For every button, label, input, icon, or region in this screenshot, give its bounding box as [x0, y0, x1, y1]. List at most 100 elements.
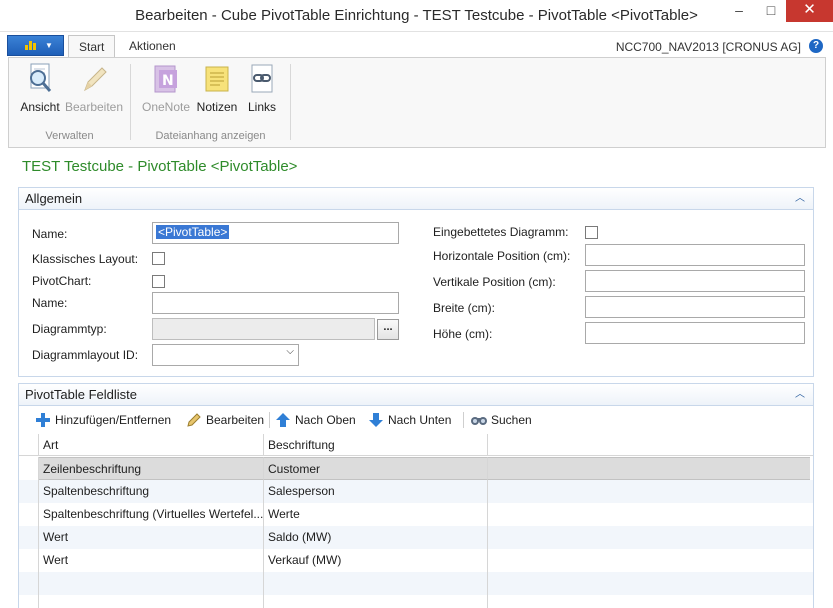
note-icon [200, 62, 234, 96]
fieldlist-fasttab-header[interactable]: PivotTable Feldliste ︿ [19, 384, 813, 406]
classic-layout-checkbox[interactable] [152, 252, 165, 265]
cell-art[interactable] [39, 572, 264, 595]
table-row[interactable]: Wert Saldo (MW) [19, 526, 813, 549]
onenote-button-label: OneNote [141, 100, 191, 114]
cell-beschriftung[interactable]: Werte [264, 503, 488, 526]
links-icon [245, 62, 279, 96]
cell-beschriftung[interactable] [264, 572, 488, 595]
search-label: Suchen [491, 413, 532, 427]
chart-type-field[interactable] [152, 318, 375, 340]
company-name: NCC700_NAV2013 [CRONUS AG] [615, 40, 801, 54]
chart-name-label: Name: [32, 296, 68, 310]
pencil-icon [186, 412, 202, 428]
chart-type-assist-button[interactable]: ... [377, 319, 399, 340]
row-selector-header [19, 434, 39, 456]
ribbon-group-verwalten: Verwalten [45, 130, 94, 142]
cell-beschriftung[interactable]: Verkauf (MW) [264, 549, 488, 572]
onenote-icon: N [149, 62, 183, 96]
svg-text:N: N [162, 73, 174, 89]
row-selector[interactable] [19, 480, 39, 503]
cell-art[interactable]: Spaltenbeschriftung [39, 480, 264, 503]
embedded-chart-checkbox[interactable] [585, 226, 598, 239]
cell-beschriftung[interactable]: Salesperson [264, 480, 488, 503]
cell-empty [488, 457, 810, 480]
column-header-beschriftung[interactable]: Beschriftung [264, 434, 488, 456]
notes-button-label: Notizen [196, 100, 238, 114]
cell-art[interactable]: Spaltenbeschriftung (Virtuelles Wertefel… [39, 503, 264, 526]
close-button[interactable]: ✕ [786, 0, 833, 22]
table-row[interactable]: Spaltenbeschriftung Salesperson [19, 480, 813, 503]
edit-button-label: Bearbeiten [64, 100, 124, 114]
help-icon[interactable]: ? [809, 39, 823, 53]
row-selector[interactable] [19, 526, 39, 549]
table-row[interactable]: Wert Verkauf (MW) [19, 549, 813, 572]
move-up-button[interactable]: Nach Oben [275, 411, 356, 429]
row-selector[interactable] [19, 457, 39, 480]
embedded-chart-label: Eingebettetes Diagramm: [433, 225, 569, 239]
name-field[interactable]: <PivotTable> [152, 222, 399, 244]
column-header-empty [488, 434, 813, 456]
cell-beschriftung[interactable]: Customer [264, 457, 488, 480]
chart-name-field[interactable] [152, 292, 399, 314]
cell-beschriftung[interactable] [264, 595, 488, 608]
hpos-field[interactable] [585, 244, 805, 266]
tab-start[interactable]: Start [68, 35, 116, 59]
vpos-field[interactable] [585, 270, 805, 292]
pivotchart-checkbox[interactable] [152, 275, 165, 288]
cell-art[interactable]: Wert [39, 549, 264, 572]
notes-button[interactable]: Notizen [194, 60, 240, 116]
arrow-up-icon [275, 412, 291, 428]
window-titlebar: Bearbeiten - Cube PivotTable Einrichtung… [0, 0, 833, 32]
minimize-button[interactable]: – [724, 0, 754, 22]
table-row[interactable]: Zeilenbeschriftung Customer [19, 457, 813, 480]
column-header-art[interactable]: Art [39, 434, 264, 456]
maximize-button[interactable]: □ [756, 0, 786, 22]
plus-icon [35, 412, 51, 428]
row-selector[interactable] [19, 595, 39, 608]
move-down-label: Nach Unten [388, 413, 452, 427]
edit-row-label: Bearbeiten [206, 413, 265, 427]
cell-art[interactable]: Zeilenbeschriftung [39, 457, 264, 480]
onenote-button[interactable]: N OneNote [139, 60, 193, 116]
view-button[interactable]: Ansicht [17, 60, 63, 116]
add-remove-button[interactable]: Hinzufügen/Entfernen [35, 411, 171, 429]
move-up-label: Nach Oben [295, 413, 356, 427]
dynamics-logo-icon [25, 41, 39, 50]
links-button[interactable]: Links [243, 60, 281, 116]
table-row-empty[interactable] [19, 595, 813, 608]
row-selector[interactable] [19, 572, 39, 595]
tab-aktionen[interactable]: Aktionen [119, 35, 186, 58]
chart-layout-label: Diagrammlayout ID: [32, 348, 139, 362]
row-selector[interactable] [19, 503, 39, 526]
classic-layout-label: Klassisches Layout: [32, 252, 139, 266]
chart-layout-dropdown[interactable]: ⌵ [152, 344, 299, 366]
edit-row-button[interactable]: Bearbeiten [186, 411, 264, 429]
search-button[interactable]: Suchen [470, 411, 532, 429]
general-fasttab-header[interactable]: Allgemein ︿ [19, 188, 813, 210]
name-field-value: <PivotTable> [156, 225, 230, 239]
fieldlist-fasttab: PivotTable Feldliste ︿ Hinzufügen/Entfer… [18, 383, 814, 608]
move-down-button[interactable]: Nach Unten [368, 411, 451, 429]
toolbar-separator [269, 412, 270, 428]
binoculars-icon [470, 412, 488, 428]
vpos-label: Vertikale Position (cm): [433, 275, 556, 289]
width-field[interactable] [585, 296, 805, 318]
cell-art[interactable]: Wert [39, 526, 264, 549]
chevron-up-icon[interactable]: ︿ [795, 384, 805, 405]
row-selector[interactable] [19, 549, 39, 572]
hpos-label: Horizontale Position (cm): [433, 249, 571, 263]
application-menu-button[interactable]: ▼ [7, 35, 64, 56]
ribbon-group-dateianhang: Dateianhang anzeigen [155, 130, 266, 142]
table-row[interactable]: Spaltenbeschriftung (Virtuelles Wertefel… [19, 503, 813, 526]
height-field[interactable] [585, 322, 805, 344]
pivotchart-label: PivotChart: [32, 274, 92, 288]
cell-beschriftung[interactable]: Saldo (MW) [264, 526, 488, 549]
view-button-label: Ansicht [20, 100, 60, 114]
cell-art[interactable] [39, 595, 264, 608]
table-row-empty[interactable] [19, 572, 813, 595]
ribbon-tab-row: ▼ Start Aktionen NCC700_NAV2013 [CRONUS … [0, 32, 833, 59]
chevron-down-icon: ⌵ [286, 346, 294, 357]
edit-button[interactable]: Bearbeiten [63, 60, 125, 116]
chevron-up-icon[interactable]: ︿ [795, 188, 805, 209]
add-remove-label: Hinzufügen/Entfernen [55, 413, 172, 427]
